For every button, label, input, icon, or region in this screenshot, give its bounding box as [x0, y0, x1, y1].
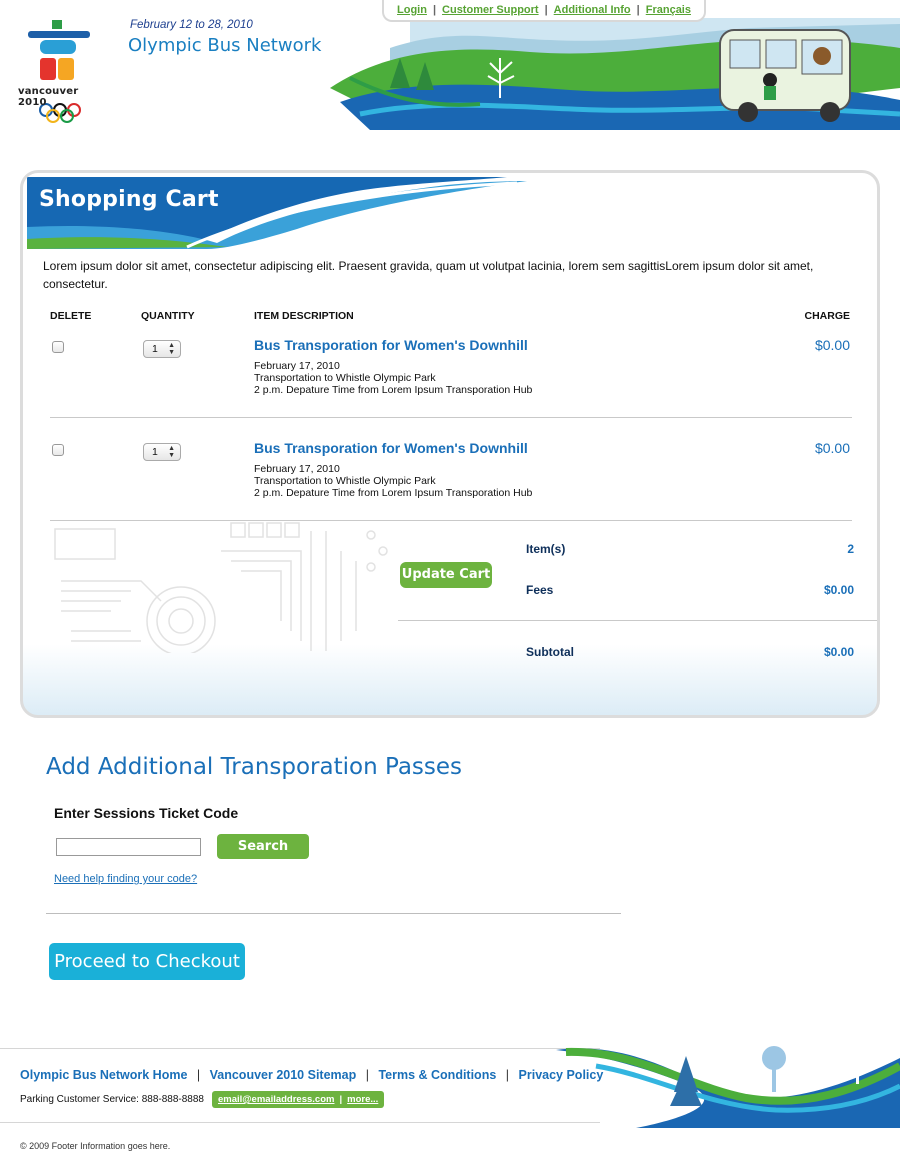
row-divider — [50, 417, 852, 418]
cart-title: Shopping Cart — [39, 187, 219, 212]
footer-link-privacy[interactable]: Privacy Policy — [519, 1068, 604, 1082]
logo-wordmark: vancouver 2010 — [18, 86, 79, 108]
contact-separator: | — [339, 1094, 343, 1105]
copyright-text: © 2009 Footer Information goes here. — [20, 1141, 171, 1151]
footer-separator: | — [365, 1068, 369, 1082]
footer-separator: | — [196, 1068, 201, 1082]
vancouver-2010-logo[interactable]: vancouver 2010 — [14, 18, 106, 126]
fees-value: $0.00 — [823, 583, 854, 597]
top-nav: Login | Customer Support | Additional In… — [382, 0, 706, 22]
parking-service-text: Parking Customer Service: 888-888-8888 — [20, 1094, 204, 1105]
bus-illustration — [719, 29, 851, 122]
customer-support-link[interactable]: Customer Support — [442, 4, 539, 16]
cart-item-row: 1 ▲ ▼ Bus Transporation for Women's Downh… — [50, 333, 850, 425]
cart-intro-text: Lorem ipsum dolor sit amet, consectetur … — [43, 259, 814, 291]
additional-passes-title: Add Additional Transporation Passes — [46, 754, 463, 780]
item-departure: 2 p.m. Depature Time from Lorem Ipsum Tr… — [254, 487, 533, 499]
francais-link[interactable]: Français — [646, 4, 691, 16]
additional-info-link[interactable]: Additional Info — [554, 4, 631, 16]
footer-link-terms[interactable]: Terms & Conditions — [378, 1068, 496, 1082]
totals-divider — [398, 620, 877, 621]
quantity-value: 1 — [152, 343, 158, 355]
nav-separator: | — [432, 4, 437, 16]
footer-separator: | — [505, 1068, 510, 1082]
items-count-label: Item(s) — [526, 542, 566, 556]
inukshuk-icon — [28, 20, 90, 123]
item-route: Transportation to Whistle Olympic Park — [254, 372, 436, 384]
event-dates: February 12 to 28, 2010 — [130, 19, 253, 31]
shopping-cart-panel: Shopping Cart Lorem ipsum dolor sit amet… — [20, 170, 880, 718]
more-link[interactable]: more... — [347, 1094, 378, 1105]
section-divider — [46, 913, 621, 914]
fees-label: Fees — [526, 583, 554, 597]
column-header-quantity: QUANTITY — [141, 310, 195, 322]
subtotal-value: $0.00 — [823, 645, 854, 659]
footer-link-home[interactable]: Olympic Bus Network Home — [20, 1068, 187, 1082]
email-link[interactable]: email@emailaddress.com — [218, 1094, 334, 1105]
item-date: February 17, 2010 — [254, 360, 340, 372]
item-title[interactable]: Bus Transporation for Women's Downhill — [254, 337, 528, 353]
footer-wave-illustration — [556, 1046, 900, 1128]
subtotal-label: Subtotal — [526, 645, 574, 659]
item-departure: 2 p.m. Depature Time from Lorem Ipsum Tr… — [254, 384, 533, 396]
items-count-value: 2 — [847, 542, 854, 556]
delete-checkbox[interactable] — [52, 444, 64, 456]
update-cart-button[interactable]: Update Cart — [400, 562, 492, 588]
contact-links: email@emailaddress.com | more... — [212, 1091, 385, 1108]
help-finding-code-link[interactable]: Need help finding your code? — [54, 873, 197, 885]
circuit-decoration — [54, 522, 388, 653]
quantity-select[interactable]: 1 ▲ ▼ — [143, 443, 181, 461]
select-arrows-icon: ▲ ▼ — [168, 342, 175, 356]
column-header-charge: CHARGE — [804, 310, 850, 322]
delete-checkbox[interactable] — [52, 341, 64, 353]
item-date: February 17, 2010 — [254, 463, 340, 475]
ticket-code-input[interactable] — [56, 838, 201, 856]
footer-links: Olympic Bus Network Home | Vancouver 201… — [20, 1068, 603, 1082]
site-header: vancouver 2010 February 12 to 28, 2010 O… — [0, 0, 900, 140]
ticket-code-label: Enter Sessions Ticket Code — [54, 805, 239, 821]
cart-item-row: 1 ▲ ▼ Bus Transporation for Women's Downh… — [50, 436, 850, 528]
site-title[interactable]: Olympic Bus Network — [128, 35, 321, 56]
item-charge: $0.00 — [814, 440, 850, 456]
login-link[interactable]: Login — [397, 4, 427, 16]
header-banner-illustration — [330, 18, 900, 130]
proceed-to-checkout-button[interactable]: Proceed to Checkout — [49, 943, 245, 980]
footer-divider — [0, 1122, 600, 1123]
nav-separator: | — [636, 4, 640, 16]
select-arrows-icon: ▲ ▼ — [168, 445, 175, 459]
item-title[interactable]: Bus Transporation for Women's Downhill — [254, 440, 528, 456]
quantity-value: 1 — [152, 446, 158, 458]
footer-divider — [0, 1048, 600, 1049]
column-header-delete: DELETE — [50, 310, 92, 322]
search-button[interactable]: Search — [217, 834, 309, 859]
item-charge: $0.00 — [814, 337, 850, 353]
footer-link-sitemap[interactable]: Vancouver 2010 Sitemap — [210, 1068, 357, 1082]
column-header-description: ITEM DESCRIPTION — [254, 310, 354, 322]
nav-separator: | — [544, 4, 548, 16]
quantity-select[interactable]: 1 ▲ ▼ — [143, 340, 181, 358]
item-route: Transportation to Whistle Olympic Park — [254, 475, 436, 487]
